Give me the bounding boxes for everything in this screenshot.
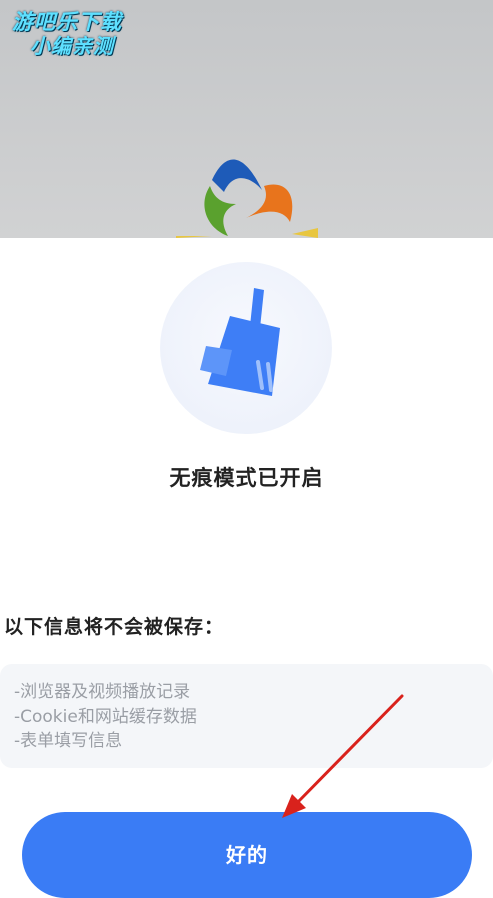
info-heading: 以下信息将不会被保存： [4, 616, 225, 638]
watermark-line1: 游吧乐下载 [12, 10, 122, 34]
info-list: -浏览器及视频播放记录 -Cookie和网站缓存数据 -表单填写信息 [0, 664, 493, 768]
watermark: 游吧乐下载 小编亲测 [12, 10, 152, 58]
broom-icon [200, 288, 280, 396]
incognito-icon-badge [160, 262, 332, 434]
annotation-arrow-icon [282, 694, 404, 818]
background-app-screen: 游吧乐下载 小编亲测 [0, 0, 493, 238]
app-logo-icon [176, 159, 318, 238]
watermark-line2: 小编亲测 [30, 34, 114, 58]
info-item-forms: -表单填写信息 [14, 731, 123, 751]
info-item-history: -浏览器及视频播放记录 [14, 682, 191, 702]
dialog-title: 无痕模式已开启 [169, 466, 324, 490]
info-item-cookies: -Cookie和网站缓存数据 [14, 706, 197, 727]
